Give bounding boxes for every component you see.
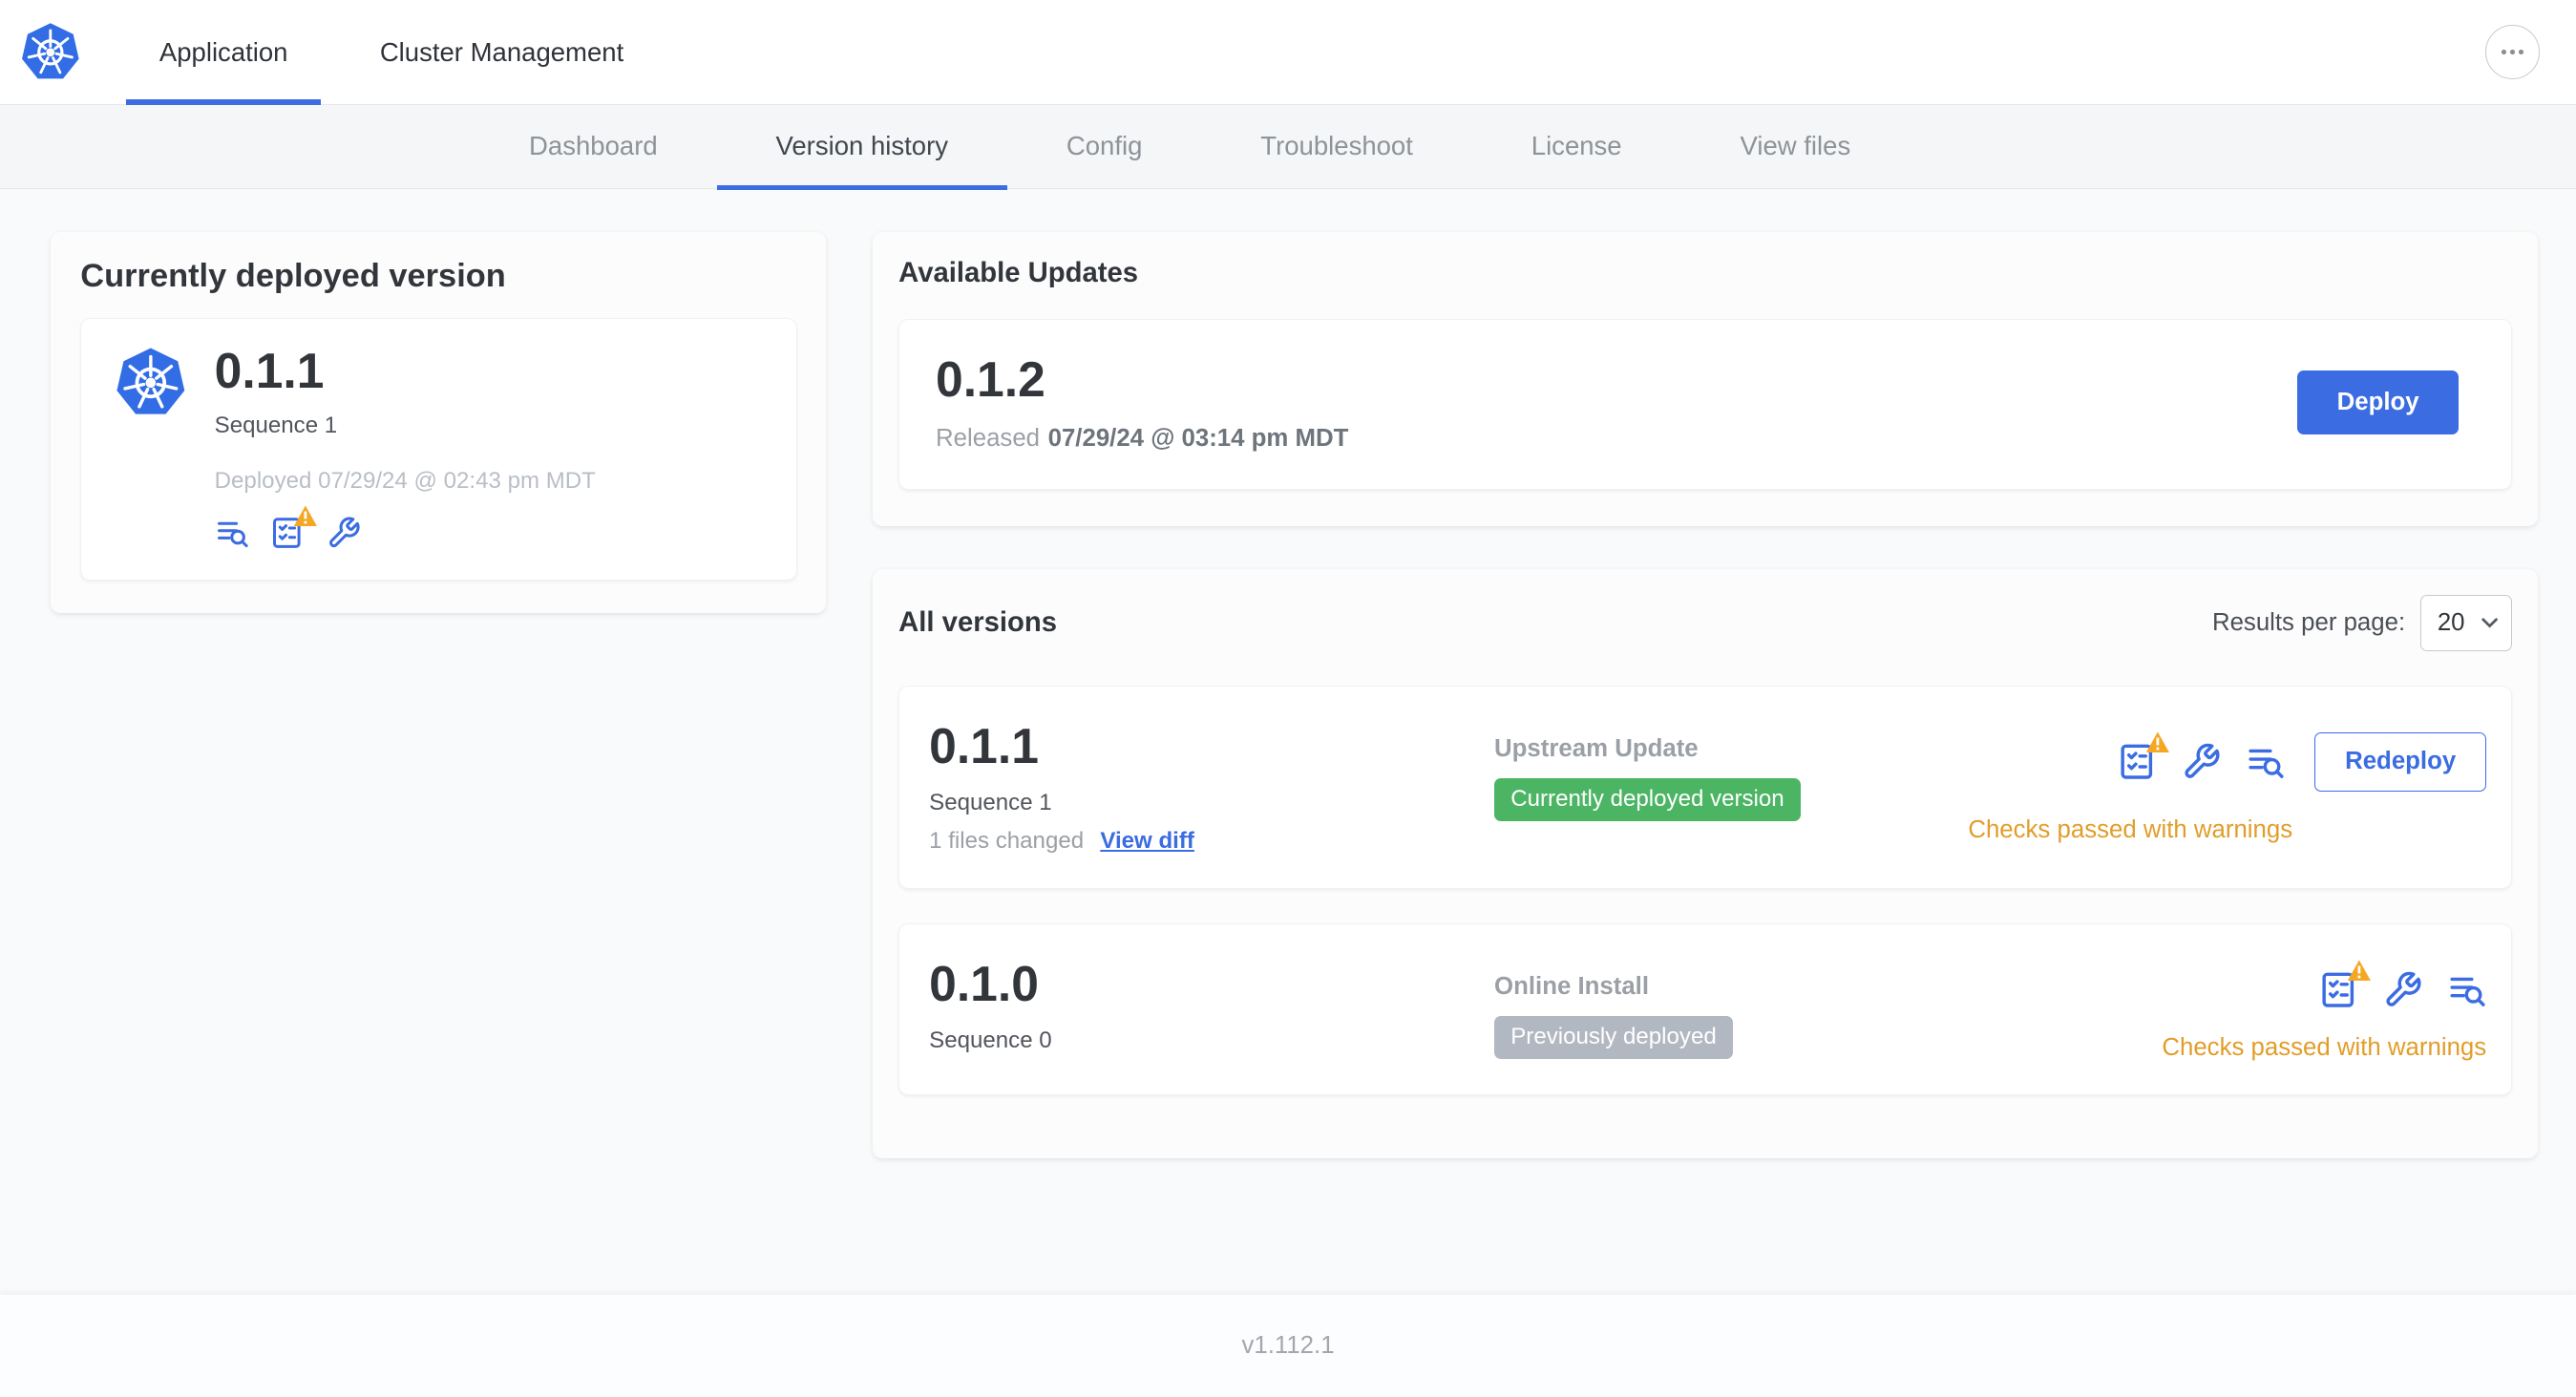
deployed-sequence: Sequence 1 bbox=[214, 413, 338, 439]
overflow-menu-button[interactable] bbox=[2485, 25, 2541, 79]
results-per-page-label: Results per page: bbox=[2211, 608, 2406, 636]
chevron-down-icon bbox=[2481, 618, 2498, 628]
version-sequence: Sequence 1 bbox=[929, 790, 1052, 816]
deployed-timestamp: Deployed 07/29/24 @ 02:43 pm MDT bbox=[214, 467, 596, 494]
deployed-status-badge: Currently deployed version bbox=[1494, 777, 1801, 822]
version-actions-block: Redeploy Checks passed with warnings bbox=[1968, 719, 2487, 844]
warning-icon bbox=[294, 505, 318, 526]
redeploy-button[interactable]: Redeploy bbox=[2314, 731, 2487, 792]
version-source: Upstream Update bbox=[1494, 735, 1699, 763]
update-released-line: Released 07/29/24 @ 03:14 pm MDT bbox=[936, 425, 1348, 453]
results-per-page-value: 20 bbox=[2437, 608, 2465, 636]
warning-icon bbox=[2145, 731, 2169, 753]
ellipsis-icon bbox=[2502, 49, 2524, 55]
files-changed-label: 1 files changed bbox=[929, 828, 1085, 855]
released-label: Released bbox=[936, 425, 1041, 453]
version-source: Online Install bbox=[1494, 973, 1650, 1001]
tab-view-files-label: View files bbox=[1740, 131, 1851, 161]
checks-status: Checks passed with warnings bbox=[1968, 815, 2293, 843]
tab-troubleshoot[interactable]: Troubleshoot bbox=[1201, 105, 1471, 189]
top-navbar: Application Cluster Management bbox=[0, 0, 2576, 106]
console-version: v1.112.1 bbox=[1241, 1331, 1335, 1359]
config-icon[interactable] bbox=[2182, 742, 2221, 781]
currently-deployed-title: Currently deployed version bbox=[80, 258, 506, 295]
results-per-page: Results per page: 20 bbox=[2212, 595, 2512, 651]
preflight-checks-icon[interactable] bbox=[270, 505, 318, 550]
version-actions bbox=[2319, 960, 2486, 1009]
version-actions: Redeploy bbox=[2118, 731, 2487, 792]
available-updates-title: Available Updates bbox=[898, 258, 1139, 289]
results-per-page-select[interactable]: 20 bbox=[2419, 595, 2512, 651]
tab-version-history[interactable]: Version history bbox=[716, 105, 1007, 191]
currently-deployed-panel: Currently deployed version 0.1.1 Sequenc… bbox=[51, 231, 827, 614]
config-icon[interactable] bbox=[2383, 970, 2422, 1009]
right-column: Available Updates 0.1.2 Released 07/29/2… bbox=[872, 231, 2539, 1158]
tab-license-label: License bbox=[1531, 131, 1622, 161]
logs-icon[interactable] bbox=[2246, 742, 2285, 781]
files-changed-line: 1 files changed View diff bbox=[929, 828, 1494, 855]
tab-dashboard[interactable]: Dashboard bbox=[470, 105, 716, 189]
tab-config[interactable]: Config bbox=[1007, 105, 1201, 189]
all-versions-panel: All versions Results per page: 20 0.1.1 … bbox=[872, 568, 2539, 1158]
tab-dashboard-label: Dashboard bbox=[529, 131, 658, 161]
tab-application-label: Application bbox=[158, 36, 288, 67]
deployed-version-info: 0.1.1 Sequence 1 Deployed 07/29/24 @ 02:… bbox=[215, 344, 596, 550]
version-source-block: Upstream Update Currently deployed versi… bbox=[1494, 719, 1968, 822]
kubernetes-logo-icon bbox=[20, 21, 81, 83]
version-number: 0.1.0 bbox=[929, 956, 1039, 1012]
tab-license[interactable]: License bbox=[1472, 105, 1681, 189]
warning-icon bbox=[2347, 960, 2371, 981]
tab-config-label: Config bbox=[1066, 131, 1143, 161]
app-subnav: Dashboard Version history Config Trouble… bbox=[0, 105, 2576, 191]
deployed-actions bbox=[215, 505, 596, 550]
tab-version-history-label: Version history bbox=[775, 131, 948, 161]
version-actions-block: Checks passed with warnings bbox=[2162, 957, 2486, 1062]
update-info: 0.1.2 Released 07/29/24 @ 03:14 pm MDT bbox=[936, 352, 1348, 453]
previously-deployed-badge: Previously deployed bbox=[1494, 1015, 1733, 1059]
version-row-0.1.1: 0.1.1 Sequence 1 1 files changed View di… bbox=[898, 685, 2512, 889]
version-row-info: 0.1.1 Sequence 1 1 files changed View di… bbox=[929, 719, 1494, 855]
deploy-button[interactable]: Deploy bbox=[2297, 370, 2459, 435]
all-versions-header: All versions Results per page: 20 bbox=[898, 595, 2512, 651]
config-icon[interactable] bbox=[327, 516, 361, 550]
version-sequence: Sequence 0 bbox=[929, 1027, 1052, 1054]
update-version-number: 0.1.2 bbox=[936, 351, 1045, 408]
console-footer: v1.112.1 bbox=[0, 1294, 2576, 1397]
version-number: 0.1.1 bbox=[929, 718, 1039, 774]
tab-application[interactable]: Application bbox=[126, 0, 322, 105]
version-row-info: 0.1.0 Sequence 0 bbox=[929, 957, 1494, 1054]
update-card: 0.1.2 Released 07/29/24 @ 03:14 pm MDT D… bbox=[898, 319, 2512, 491]
logs-icon[interactable] bbox=[2447, 970, 2486, 1009]
preflight-checks-icon[interactable] bbox=[2319, 960, 2371, 1009]
logs-icon[interactable] bbox=[215, 516, 249, 550]
tab-cluster-management-label: Cluster Management bbox=[379, 36, 624, 67]
checks-status: Checks passed with warnings bbox=[2162, 1033, 2487, 1061]
released-date: 07/29/24 @ 03:14 pm MDT bbox=[1047, 425, 1349, 453]
preflight-checks-icon[interactable] bbox=[2118, 731, 2169, 781]
version-row-0.1.0: 0.1.0 Sequence 0 Online Install Previous… bbox=[898, 922, 2512, 1096]
deployed-version-number: 0.1.1 bbox=[214, 342, 325, 398]
tab-troubleshoot-label: Troubleshoot bbox=[1260, 131, 1413, 161]
app-logo-icon bbox=[115, 347, 187, 419]
main-content: Currently deployed version 0.1.1 Sequenc… bbox=[0, 189, 2576, 1295]
all-versions-title: All versions bbox=[898, 606, 1057, 638]
version-source-block: Online Install Previously deployed bbox=[1494, 957, 2162, 1059]
view-diff-link[interactable]: View diff bbox=[1100, 828, 1194, 855]
tab-cluster-management[interactable]: Cluster Management bbox=[347, 0, 656, 105]
admin-console: Application Cluster Management Dashboard… bbox=[0, 0, 2576, 1397]
tab-view-files[interactable]: View files bbox=[1681, 105, 1911, 189]
available-updates-panel: Available Updates 0.1.2 Released 07/29/2… bbox=[872, 231, 2539, 526]
deployed-version-card: 0.1.1 Sequence 1 Deployed 07/29/24 @ 02:… bbox=[80, 318, 797, 581]
